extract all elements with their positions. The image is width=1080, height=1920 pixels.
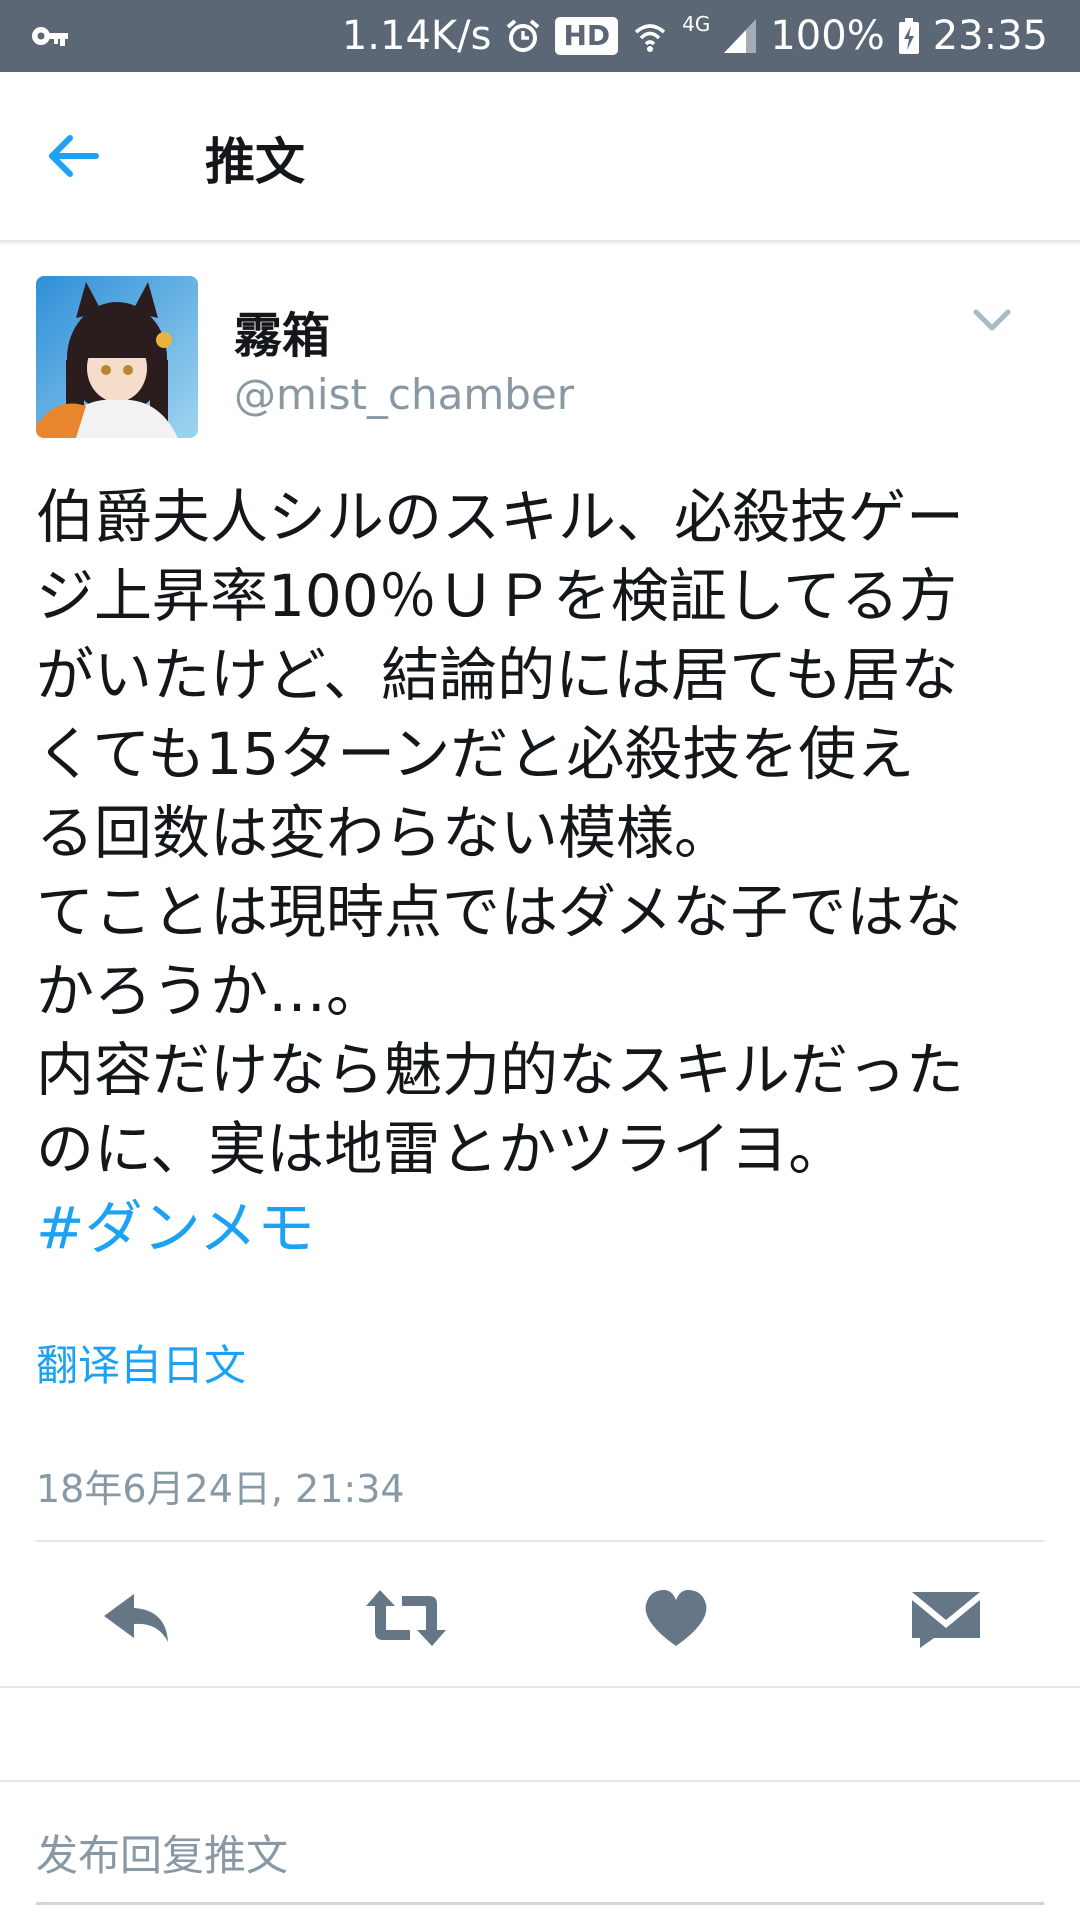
translate-link[interactable]: 翻译自日文 [36,1332,246,1393]
user-handle[interactable]: @mist_chamber [234,370,574,419]
reply-icon[interactable] [96,1586,176,1650]
signal-icon [724,19,757,53]
divider [0,1686,1080,1688]
vpn-key-icon [32,27,68,46]
tweet-line: くても15ターンだと必殺技を使え [36,720,915,788]
divider [0,1780,1080,1782]
display-name[interactable]: 霧箱 [234,296,330,366]
tweet-line: ジ上昇率100％ＵＰを検証してる方 [36,562,957,630]
avatar[interactable] [36,276,198,438]
app-bar: 推文 [0,72,1080,242]
like-heart-icon[interactable] [636,1586,716,1650]
hd-badge: HD [555,17,619,55]
tweet-timestamp: 18年6月24日, 21:34 [36,1467,405,1511]
network-type: 4G [682,12,711,36]
reply-input[interactable]: 发布回复推文 [36,1822,288,1883]
tweet-line: 伯爵夫人シルのスキル、必殺技ゲー [36,483,965,551]
reply-input-underline [36,1902,1044,1905]
chevron-down-icon[interactable] [972,306,1012,334]
tweet-text: 伯爵夫人シルのスキル、必殺技ゲー ジ上昇率100％ＵＰを検証してる方 がいたけど… [36,478,1056,1268]
direct-message-icon[interactable] [906,1586,986,1650]
tweet-line: る回数は変わらない模様。 [36,799,733,867]
tweet-line: 内容だけなら魅力的なスキルだった [36,1036,965,1104]
clock: 23:35 [932,13,1048,59]
battery-percent: 100% [770,13,885,59]
alarm-icon [507,19,540,52]
tweet-line: てことは現時点ではダメな子ではな [36,878,963,946]
tweet-line: かろうか…。 [36,957,385,1025]
wifi-icon [634,24,666,52]
battery-charging-icon [898,18,919,54]
tweet-line: がいたけど、結論的には居ても居な [36,641,959,709]
network-speed: 1.14K/s [341,13,492,59]
hashtag-link[interactable]: #ダンメモ [36,1194,315,1262]
retweet-icon[interactable] [366,1586,446,1650]
page-title: 推文 [205,133,305,191]
divider [36,1540,1044,1542]
status-bar: 1.14K/s HD 4G 100% 23:35 [0,0,1080,72]
tweet-line: のに、実は地雷とかツライヨ。 [36,1115,847,1183]
back-arrow-icon[interactable] [44,132,100,180]
